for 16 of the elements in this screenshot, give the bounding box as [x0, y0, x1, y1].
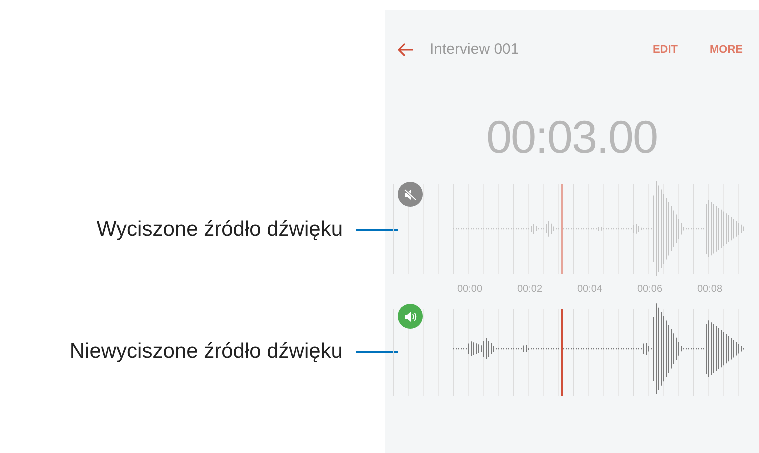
- callout-label: Niewyciszone źródło dźwięku: [70, 339, 343, 365]
- muted-speaker-icon[interactable]: [398, 182, 423, 207]
- action-button[interactable]: MORE: [706, 40, 747, 60]
- time-tick-label: 00:04: [576, 283, 604, 297]
- back-arrow-icon[interactable]: [398, 43, 414, 57]
- action-button[interactable]: EDIT: [648, 40, 682, 60]
- recording-title: Interview 001: [430, 40, 520, 60]
- leader-line: [356, 351, 398, 353]
- elapsed-time: 00:03.00: [486, 111, 658, 163]
- callout-label: Wyciszone źródło dźwięku: [96, 217, 343, 243]
- time-tick-label: 00:06: [636, 283, 664, 297]
- speaker-icon[interactable]: [398, 304, 423, 329]
- time-tick-label: 00:08: [696, 283, 724, 297]
- time-tick-label: 00:00: [456, 283, 484, 297]
- leader-line: [356, 229, 398, 231]
- time-tick-label: 00:02: [516, 283, 544, 297]
